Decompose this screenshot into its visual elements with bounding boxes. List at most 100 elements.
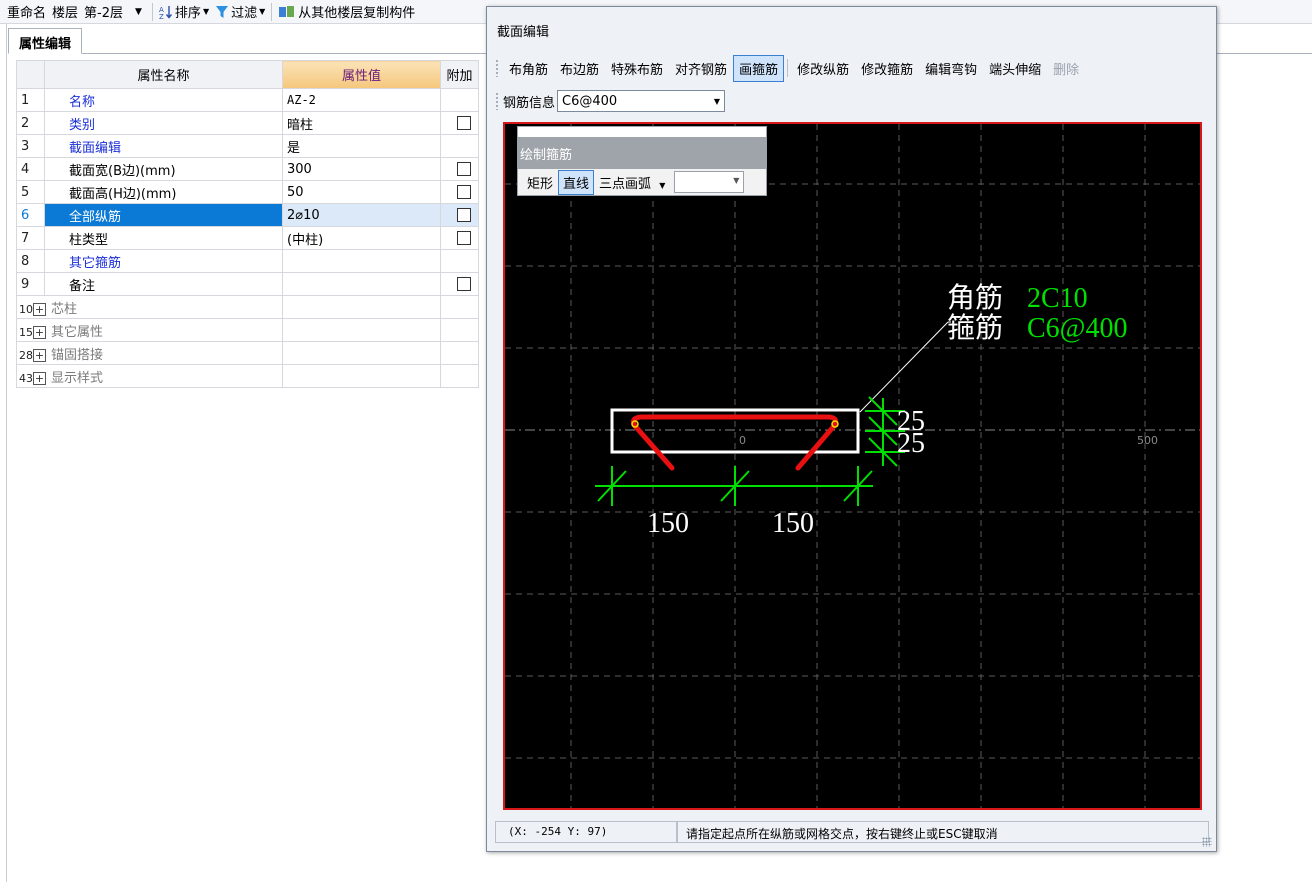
tool-edit-stirrup[interactable]: 修改箍筋 [855, 55, 919, 82]
toolbar-grip[interactable] [495, 92, 499, 110]
group-cell[interactable]: 28 + 锚固搭接 [16, 341, 283, 365]
dropdown-icon: ▼ [202, 7, 210, 16]
expand-icon[interactable]: + [33, 325, 46, 339]
sort-button[interactable]: AZ 排序 ▼ [156, 1, 212, 23]
table-row[interactable]: 4 截面宽(B边)(mm) 300 [16, 157, 479, 181]
property-name: 截面宽(B边)(mm) [44, 157, 283, 181]
property-name: 锚固搭接 [51, 347, 104, 363]
table-row[interactable]: 2 类别 暗柱 [16, 111, 479, 135]
property-value[interactable]: 是 [282, 134, 441, 158]
table-row-group[interactable]: 28 + 锚固搭接 [16, 341, 479, 365]
chevron-down-icon: ▼ [135, 6, 142, 17]
extra-cell [440, 134, 479, 158]
copy-from-floor-label: 从其他楼层复制构件 [298, 6, 416, 21]
tool-end-extend[interactable]: 端头伸缩 [983, 55, 1047, 82]
row-number: 7 [16, 226, 45, 250]
property-name: 类别 [44, 111, 283, 135]
dimension-25-bottom: 25 [897, 428, 925, 459]
table-row[interactable]: 7 柱类型 (中柱) [16, 226, 479, 250]
section-drawing[interactable]: 0 500 角筋 2C10 箍筋 C6@400 150 150 25 25 [505, 124, 1200, 808]
chevron-down-icon: ▼ [733, 176, 740, 185]
property-name: 其它属性 [51, 324, 104, 340]
rename-button[interactable]: 重命名 [4, 1, 49, 23]
extra-checkbox[interactable] [457, 116, 471, 130]
property-name: 显示样式 [51, 370, 104, 386]
row-number: 43 [19, 371, 33, 385]
horizontal-dimension [595, 466, 873, 506]
rebar-info-select[interactable]: C6@400 ▼ [557, 90, 726, 112]
expand-icon[interactable]: + [33, 348, 46, 362]
property-value[interactable] [282, 249, 441, 273]
property-value[interactable]: 50 [282, 180, 441, 204]
draw-panel-title: 绘制箍筋 [518, 127, 766, 169]
extra-cell [440, 180, 479, 204]
extra-checkbox[interactable] [457, 208, 471, 222]
draw-option-select[interactable]: ▼ [674, 171, 745, 193]
header-property-name: 属性名称 [44, 60, 283, 89]
chevron-down-icon: ▼ [713, 96, 721, 106]
property-value[interactable]: (中柱) [282, 226, 441, 250]
row-number: 2 [16, 111, 45, 135]
grid-lines [505, 124, 1200, 808]
draw-panel-tools: 矩形 直线 三点画弧 ▼ ▼ [518, 169, 766, 195]
draw-arc-button[interactable]: 三点画弧 ▼ [594, 170, 670, 195]
extra-cell [440, 111, 479, 135]
property-name: 截面编辑 [44, 134, 283, 158]
toolbar-grip[interactable] [495, 59, 499, 77]
extra-cell [440, 157, 479, 181]
table-row[interactable]: 1 名称 AZ-2 [16, 88, 479, 112]
property-value[interactable]: 2⌀10 [282, 203, 441, 227]
status-coordinates: (X: -254 Y: 97) [495, 821, 677, 843]
table-row-group[interactable]: 15 + 其它属性 [16, 318, 479, 342]
group-cell[interactable]: 15 + 其它属性 [16, 318, 283, 342]
tool-special-rebar[interactable]: 特殊布筋 [605, 55, 669, 82]
tool-edit-hook[interactable]: 编辑弯钩 [919, 55, 983, 82]
stirrup-label: 箍筋 [947, 311, 1003, 344]
draw-rect-button[interactable]: 矩形 [522, 170, 558, 195]
tool-delete[interactable]: 删除 [1047, 55, 1085, 82]
expand-icon[interactable]: + [33, 371, 46, 385]
axis-label-zero: 0 [739, 434, 746, 447]
tool-draw-stirrup[interactable]: 画箍筋 [733, 54, 785, 82]
property-value[interactable]: 300 [282, 157, 441, 181]
dialog-statusbar: (X: -254 Y: 97) 请指定起点所在纵筋或网格交点，按右键终止或ESC… [495, 819, 1209, 845]
table-row[interactable]: 9 备注 [16, 272, 479, 296]
extra-checkbox[interactable] [457, 162, 471, 176]
draw-stirrup-panel: 绘制箍筋 矩形 直线 三点画弧 ▼ ▼ [517, 126, 767, 196]
resize-grip-icon[interactable] [1202, 837, 1212, 847]
table-row[interactable]: 8 其它箍筋 [16, 249, 479, 273]
tool-align-rebar[interactable]: 对齐钢筋 [669, 55, 733, 82]
property-value[interactable]: AZ-2 [282, 88, 441, 112]
extra-cell [440, 341, 479, 365]
extra-checkbox[interactable] [457, 231, 471, 245]
sort-icon: AZ [159, 5, 172, 19]
extra-checkbox[interactable] [457, 185, 471, 199]
tab-property-edit[interactable]: 属性编辑 [8, 28, 83, 54]
group-cell[interactable]: 10 + 芯柱 [16, 295, 283, 319]
stirrup-value: C6@400 [1027, 313, 1127, 344]
row-number: 3 [16, 134, 45, 158]
table-row[interactable]: 3 截面编辑 是 [16, 134, 479, 158]
floor-select[interactable]: 第-2层 ▼ [81, 1, 149, 23]
row-number: 4 [16, 157, 45, 181]
expand-icon[interactable]: + [33, 302, 46, 316]
tool-corner-rebar[interactable]: 布角筋 [503, 55, 554, 82]
table-row[interactable]: 5 截面高(H边)(mm) 50 [16, 180, 479, 204]
extra-checkbox[interactable] [457, 277, 471, 291]
tool-edit-longitudinal[interactable]: 修改纵筋 [791, 55, 855, 82]
filter-button[interactable]: 过滤 ▼ [212, 1, 268, 23]
property-name: 截面高(H边)(mm) [44, 180, 283, 204]
draw-line-button[interactable]: 直线 [558, 169, 595, 195]
property-value [282, 341, 441, 365]
table-row-selected[interactable]: 6 全部纵筋 2⌀10 [16, 203, 479, 227]
copy-from-floor-button[interactable]: 从其他楼层复制构件 [275, 1, 418, 23]
section-canvas[interactable]: 0 500 角筋 2C10 箍筋 C6@400 150 150 25 25 绘制… [503, 122, 1202, 810]
section-toolbar: 布角筋 布边筋 特殊布筋 对齐钢筋 画箍筋 修改纵筋 修改箍筋 编辑弯钩 端头伸… [493, 53, 1209, 83]
table-row-group[interactable]: 10 + 芯柱 [16, 295, 479, 319]
property-value[interactable]: 暗柱 [282, 111, 441, 135]
property-value[interactable] [282, 272, 441, 296]
row-number: 15 [19, 325, 33, 339]
group-cell[interactable]: 43 + 显示样式 [16, 364, 283, 388]
tool-edge-rebar[interactable]: 布边筋 [554, 55, 605, 82]
table-row-group[interactable]: 43 + 显示样式 [16, 364, 479, 388]
